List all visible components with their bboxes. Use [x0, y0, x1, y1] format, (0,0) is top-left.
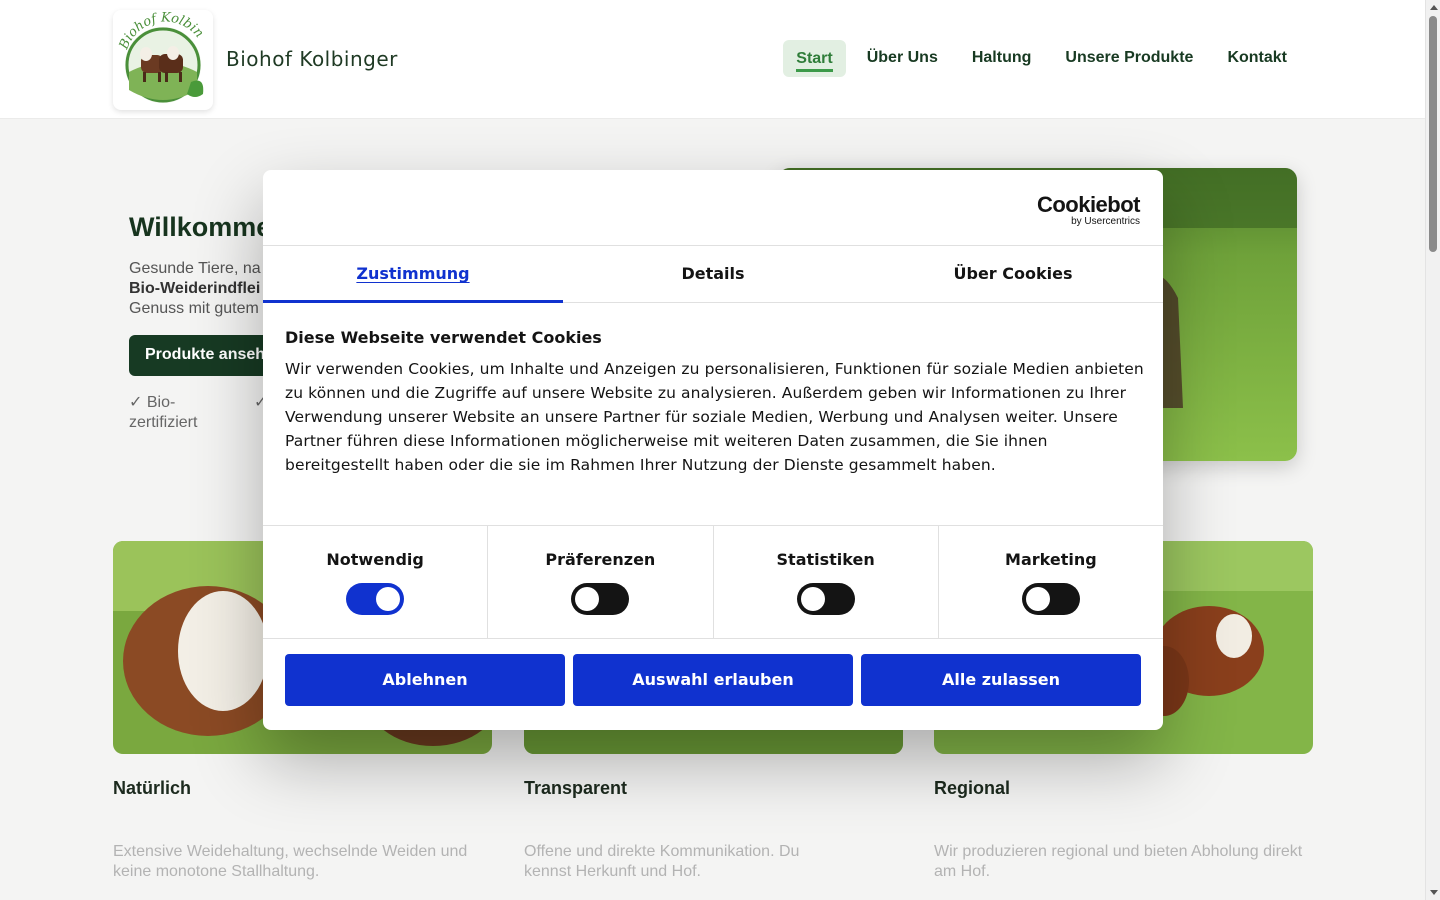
cow-logo-icon: Biohof Kolbinger — [113, 10, 206, 103]
card-title-transparent: Transparent — [524, 778, 628, 798]
category-praeferenzen: Präferenzen — [488, 526, 714, 638]
category-marketing: Marketing — [939, 526, 1163, 638]
category-notwendig: Notwendig — [263, 526, 489, 638]
card-title-regional: Regional — [934, 778, 1011, 798]
cookie-category-toggles: Notwendig Präferenzen Statistiken Market… — [263, 525, 1163, 639]
nav-start[interactable]: Start — [783, 39, 846, 77]
scroll-up-arrow-icon[interactable] — [1430, 5, 1438, 10]
praeferenzen-toggle[interactable] — [571, 583, 630, 615]
brand-name[interactable]: Biohof Kolbinger — [226, 47, 398, 71]
decline-button[interactable]: Ablehnen — [285, 654, 565, 706]
toggle-knob — [800, 587, 825, 611]
farm-logo[interactable]: Biohof Kolbinger — [113, 10, 213, 110]
site-header: Biohof Kolbinger Biohof Kolbinger Start … — [0, 0, 1425, 119]
toggle-label: Präferenzen — [545, 550, 656, 569]
card-text-transparent: Offene und direkte Kommunikation. Du ken… — [524, 843, 800, 880]
scroll-down-arrow-icon[interactable] — [1430, 890, 1438, 895]
toggle-label: Statistiken — [776, 550, 875, 569]
bio-certified-check: ✓ Bio-zertifiziert — [129, 394, 198, 431]
card-text-natuerlich: Extensive Weidehaltung, wechselnde Weide… — [113, 843, 468, 880]
category-statistiken: Statistiken — [714, 526, 939, 638]
cookie-button-row: Ablehnen Auswahl erlauben Alle zulassen — [285, 654, 1141, 706]
cookie-heading: Diese Webseite verwendet Cookies — [285, 328, 602, 347]
allow-selection-button[interactable]: Auswahl erlauben — [573, 654, 853, 706]
toggle-label: Notwendig — [326, 550, 424, 569]
page-scrollbar[interactable] — [1425, 0, 1440, 900]
tab-ueber-cookies[interactable]: Über Cookies — [863, 246, 1163, 302]
cookie-description: Wir verwenden Cookies, um Inhalte und An… — [285, 360, 1144, 474]
toggle-knob — [1025, 587, 1050, 611]
card-title-natuerlich: Natürlich — [113, 778, 192, 798]
cookiebot-logo[interactable]: Cookiebot by Usercentrics — [1037, 193, 1141, 227]
statistiken-toggle[interactable] — [796, 583, 855, 615]
nav-unsere-produkte[interactable]: Unsere Produkte — [1052, 38, 1206, 78]
allow-all-button[interactable]: Alle zulassen — [861, 654, 1141, 706]
toggle-knob — [575, 587, 600, 611]
marketing-toggle[interactable] — [1021, 583, 1080, 615]
cookie-consent-dialog: Cookiebot by Usercentrics Zustimmung Det… — [263, 170, 1163, 730]
hero-text-bold: Bio-Weiderindflei — [129, 280, 261, 297]
toggle-label: Marketing — [1005, 550, 1097, 569]
card-text-regional: Wir produzieren regional und bieten Abho… — [934, 843, 1303, 880]
tab-details[interactable]: Details — [563, 246, 863, 302]
tab-zustimmung[interactable]: Zustimmung — [263, 246, 563, 303]
notwendig-toggle[interactable] — [346, 583, 405, 615]
toggle-knob — [376, 587, 401, 611]
nav-kontakt[interactable]: Kontakt — [1214, 38, 1300, 78]
nav-haltung[interactable]: Haltung — [959, 38, 1045, 78]
cookie-tabs: Zustimmung Details Über Cookies — [263, 245, 1163, 303]
scrollbar-thumb[interactable] — [1429, 16, 1437, 252]
nav-ueber-uns[interactable]: Über Uns — [854, 38, 951, 78]
main-nav: Start Über Uns Haltung Unsere Produkte K… — [775, 38, 1300, 78]
